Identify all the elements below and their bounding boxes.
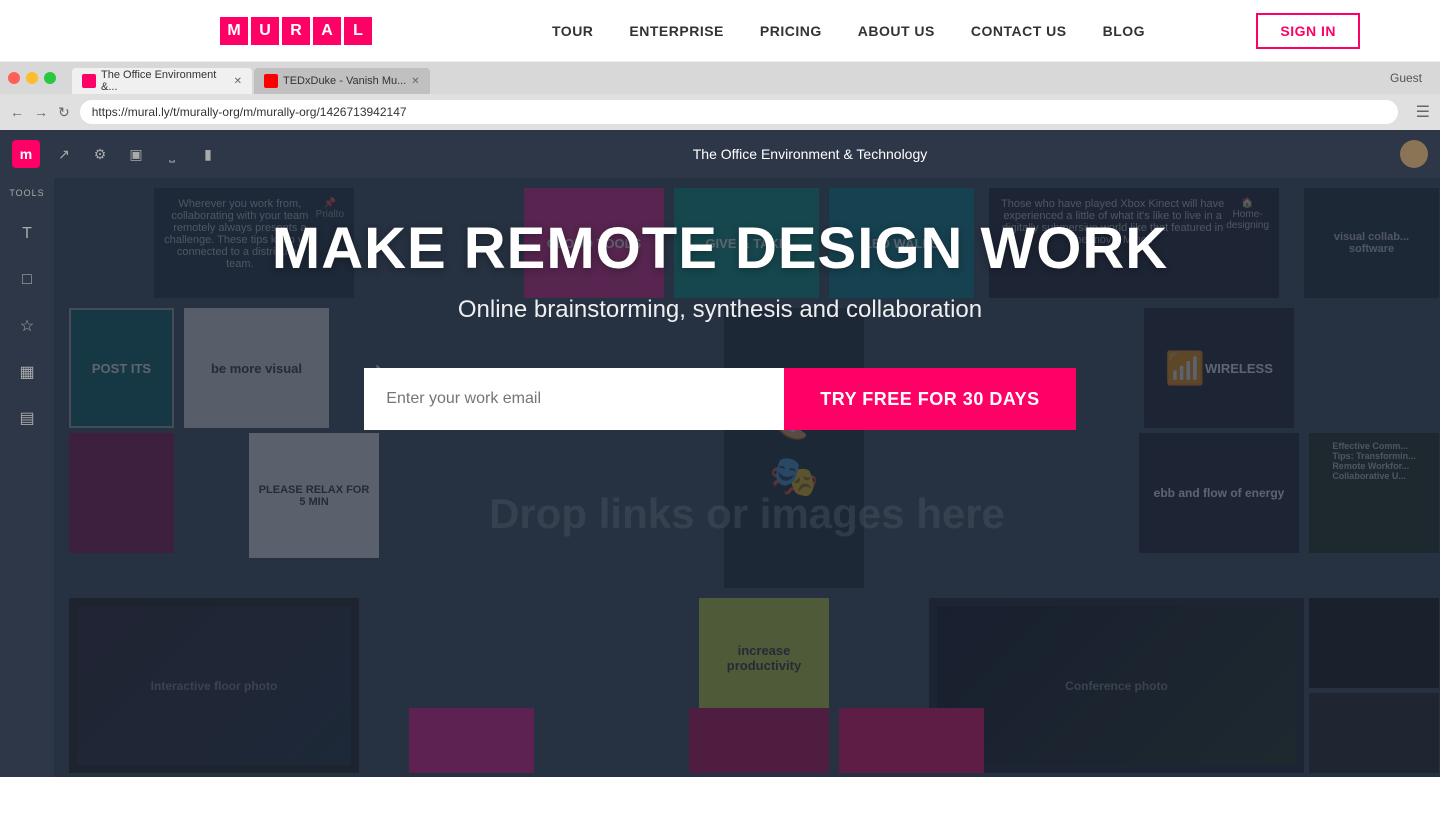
board-title: The Office Environment & Technology <box>232 146 1388 162</box>
settings-icon[interactable]: ⚙ <box>88 142 112 166</box>
traffic-light-yellow[interactable] <box>26 72 38 84</box>
tab-label-ted: TEDxDuke - Vanish Mu... <box>283 75 406 87</box>
share-icon[interactable]: ↗ <box>52 142 76 166</box>
nav-about-us[interactable]: ABOUT US <box>858 23 935 39</box>
browser-menu-icon[interactable]: ☰ <box>1416 102 1430 122</box>
forward-button[interactable]: → <box>34 104 48 120</box>
nav-links: TOUR ENTERPRISE PRICING ABOUT US CONTACT… <box>552 23 1145 39</box>
nav-pricing[interactable]: PRICING <box>760 23 822 39</box>
tab-label-mural: The Office Environment &... <box>101 69 229 93</box>
mural-toolbar: m ↗ ⚙ ▣ ⎵ ▮ The Office Environment & Tec… <box>0 130 1440 178</box>
browser-addressbar: ← → ↻ ☰ <box>0 94 1440 130</box>
display-icon[interactable]: ▮ <box>196 142 220 166</box>
user-avatar[interactable] <box>1400 140 1428 168</box>
tab-close-mural[interactable]: ✕ <box>234 76 242 87</box>
mural-app-logo[interactable]: m <box>12 140 40 168</box>
logo-letter-r: R <box>282 17 310 45</box>
tab-favicon-ted <box>264 74 278 88</box>
nav-tour[interactable]: TOUR <box>552 23 593 39</box>
hero-content: MAKE REMOTE DESIGN WORK Online brainstor… <box>0 215 1440 430</box>
hero-subtitle: Online brainstorming, synthesis and coll… <box>458 296 982 324</box>
logo-letter-u: U <box>251 17 279 45</box>
view-icon[interactable]: ▣ <box>124 142 148 166</box>
tab-close-ted[interactable]: ✕ <box>411 76 419 87</box>
cta-form: TRY FREE FOR 30 DAYS <box>364 368 1075 430</box>
navbar: M U R A L TOUR ENTERPRISE PRICING ABOUT … <box>0 0 1440 62</box>
logo[interactable]: M U R A L <box>220 17 372 45</box>
signin-button[interactable]: SIGN IN <box>1256 13 1360 49</box>
address-bar[interactable] <box>80 100 1398 124</box>
hero-title: MAKE REMOTE DESIGN WORK <box>272 215 1168 282</box>
guest-label: Guest <box>1390 71 1422 85</box>
refresh-button[interactable]: ↻ <box>58 104 70 121</box>
logo-letter-m: M <box>220 17 248 45</box>
browser-tabs: The Office Environment &... ✕ TEDxDuke -… <box>72 62 430 94</box>
email-input[interactable] <box>364 368 784 430</box>
traffic-light-red[interactable] <box>8 72 20 84</box>
cta-button[interactable]: TRY FREE FOR 30 DAYS <box>784 368 1075 430</box>
back-button[interactable]: ← <box>10 104 24 120</box>
traffic-light-green[interactable] <box>44 72 56 84</box>
tab-favicon-mural <box>82 74 96 88</box>
tools-label: TOOLS <box>9 188 44 198</box>
browser-tab-ted[interactable]: TEDxDuke - Vanish Mu... ✕ <box>254 68 430 94</box>
logo-letter-l: L <box>344 17 372 45</box>
nav-contact-us[interactable]: CONTACT US <box>971 23 1067 39</box>
logo-letter-a: A <box>313 17 341 45</box>
filter-icon[interactable]: ⎵ <box>160 142 184 166</box>
nav-blog[interactable]: BLOG <box>1103 23 1145 39</box>
browser-tab-mural[interactable]: The Office Environment &... ✕ <box>72 68 252 94</box>
nav-enterprise[interactable]: ENTERPRISE <box>629 23 723 39</box>
browser-titlebar: The Office Environment &... ✕ TEDxDuke -… <box>0 62 1440 94</box>
